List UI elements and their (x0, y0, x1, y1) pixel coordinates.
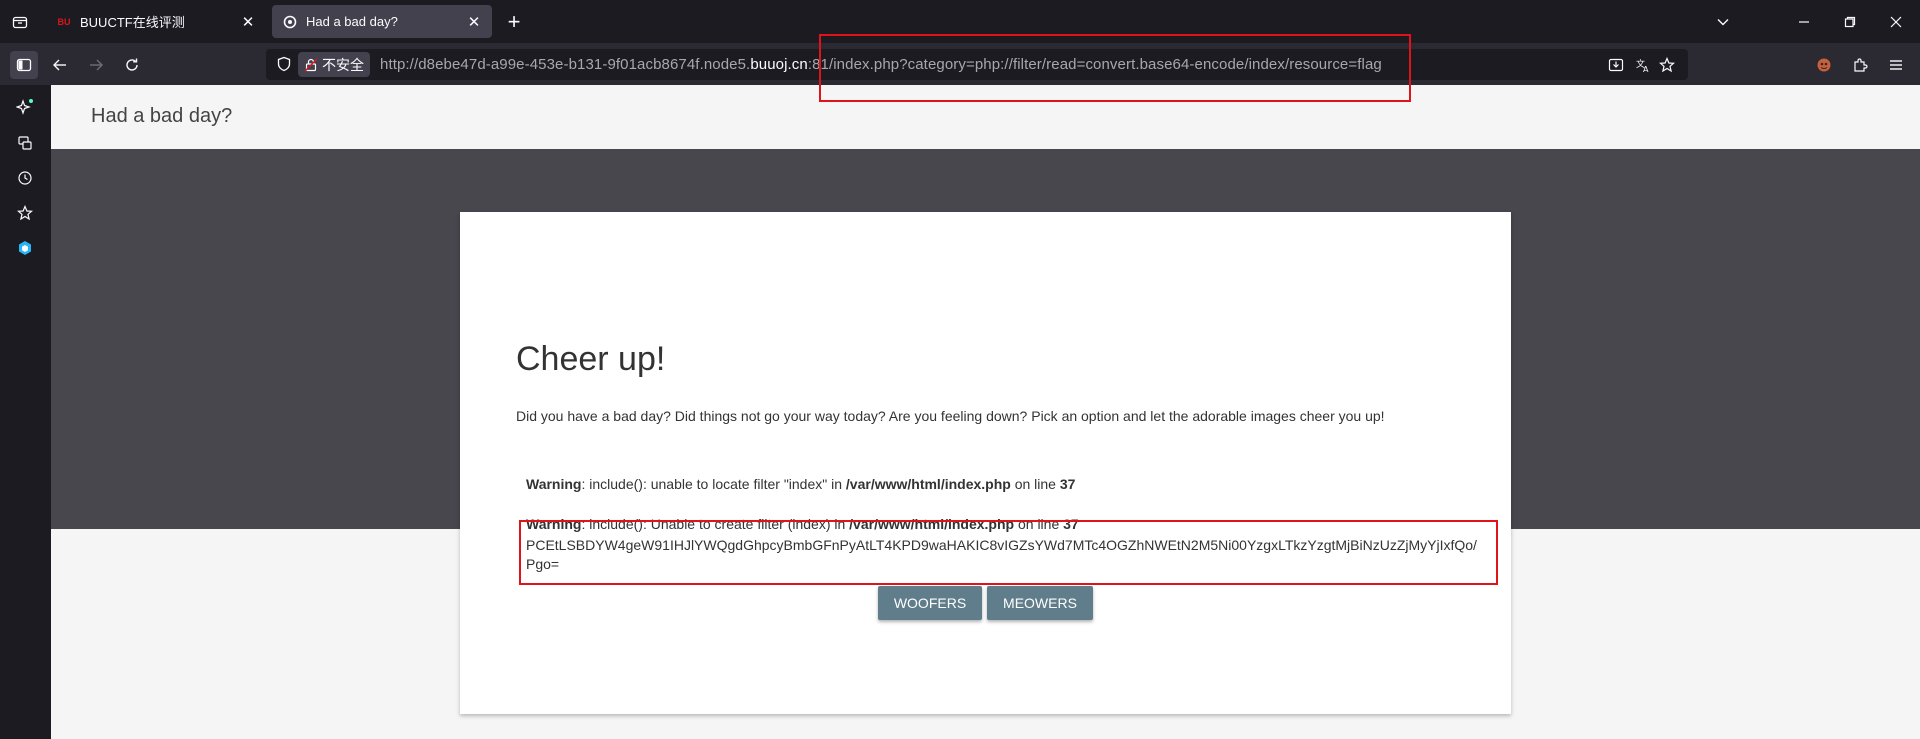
page-favicon-icon (282, 14, 298, 30)
ai-sparkle-icon[interactable] (13, 95, 37, 119)
menu-icon[interactable] (1882, 51, 1910, 79)
meowers-button[interactable]: MEOWERS (987, 586, 1093, 620)
bookmark-star-icon[interactable] (1657, 55, 1677, 75)
warning-text: : include(): unable to locate filter "in… (581, 476, 846, 492)
close-tab-icon[interactable]: ✕ (240, 14, 256, 31)
extensions-puzzle-icon[interactable] (1846, 51, 1874, 79)
extension-icon[interactable] (1810, 51, 1838, 79)
page-heading: Cheer up! (516, 340, 666, 378)
tab-buuctf[interactable]: BU BUUCTF在线评测 ✕ (46, 5, 266, 38)
warning-path: /var/www/html/index.php (845, 476, 1011, 492)
tab-title: Had a bad day? (306, 14, 398, 29)
insecure-connection-badge[interactable]: 不安全 (298, 52, 370, 77)
warning-line: 37 (1059, 476, 1076, 492)
history-icon[interactable] (13, 166, 37, 190)
woofers-button[interactable]: WOOFERS (878, 586, 982, 620)
php-warning: Warning: include(): unable to locate fil… (526, 476, 1075, 492)
restore-icon[interactable] (1836, 8, 1864, 36)
insecure-label: 不安全 (322, 56, 364, 73)
shield-icon[interactable] (276, 56, 292, 72)
output-highlight-box (519, 520, 1498, 585)
url-highlight-box (819, 34, 1411, 102)
close-tab-icon[interactable]: ✕ (466, 14, 482, 31)
tab-list-icon[interactable] (8, 10, 32, 34)
extension-cube-icon[interactable] (13, 236, 37, 260)
chevron-down-icon[interactable] (1709, 8, 1737, 36)
save-to-device-icon[interactable] (1606, 55, 1626, 75)
minimize-icon[interactable] (1790, 8, 1818, 36)
forward-icon[interactable] (82, 51, 110, 79)
web-page: Had a bad day? Cheer up! Did you have a … (51, 85, 1920, 739)
browser-sidebar (0, 85, 51, 739)
svg-text:A: A (1643, 65, 1649, 73)
reload-icon[interactable] (118, 51, 146, 79)
url-prefix: http://d8ebe47d-a99e-453e-b131-9f01acb86… (380, 56, 751, 73)
url-host: buuoj.cn (750, 56, 808, 73)
tab-title: BUUCTF在线评测 (80, 15, 185, 30)
tab-had-a-bad-day[interactable]: Had a bad day? ✕ (272, 5, 492, 38)
warning-label: Warning (526, 476, 582, 492)
bookmarks-icon[interactable] (13, 201, 37, 225)
site-title[interactable]: Had a bad day? (91, 105, 232, 128)
new-tab-icon[interactable]: + (502, 9, 526, 34)
content-card: Cheer up! Did you have a bad day? Did th… (460, 212, 1511, 714)
synced-tabs-icon[interactable] (13, 131, 37, 155)
back-icon[interactable] (46, 51, 74, 79)
sidebar-toggle-icon[interactable] (10, 51, 38, 79)
broken-lock-icon (304, 58, 318, 72)
translate-icon[interactable]: 文A (1633, 55, 1653, 75)
warning-on-line: on line (1010, 476, 1060, 492)
buuctf-favicon-icon: BU (57, 16, 71, 27)
close-window-icon[interactable] (1882, 8, 1910, 36)
intro-text: Did you have a bad day? Did things not g… (516, 408, 1385, 424)
